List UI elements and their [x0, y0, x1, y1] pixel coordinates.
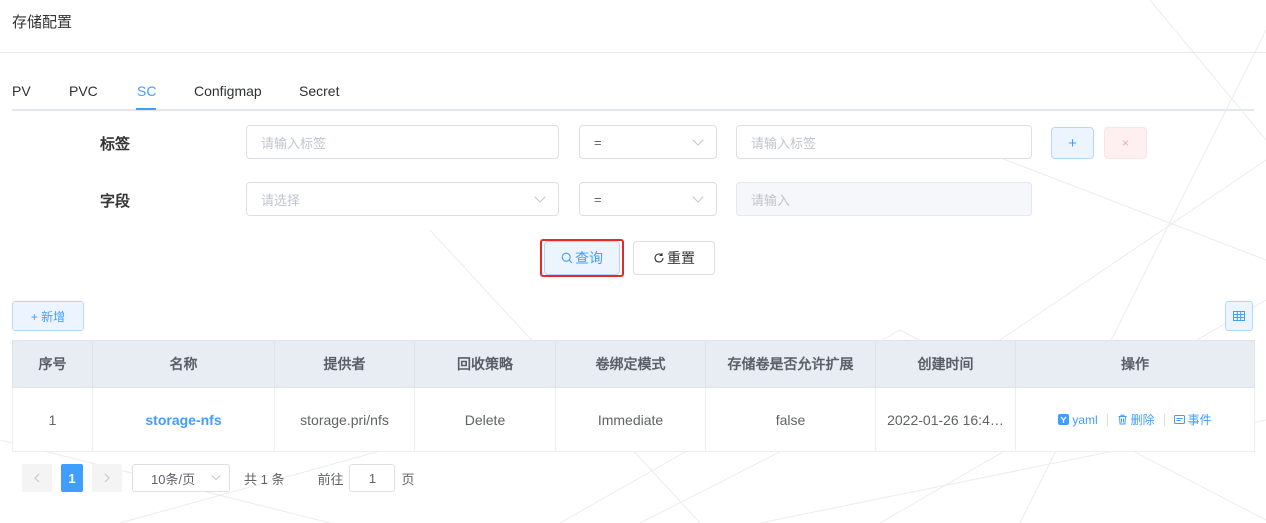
column-header-reclaim-policy: 回收策略 — [414, 340, 556, 388]
column-header-actions: 操作 — [1015, 340, 1255, 388]
chevron-down-icon — [534, 191, 546, 203]
label-operator-value: = — [594, 134, 602, 150]
column-header-binding-mode: 卷绑定模式 — [555, 340, 706, 388]
column-header-allow-expansion: 存储卷是否允许扩展 — [705, 340, 876, 388]
action-divider — [1163, 413, 1165, 426]
table-header-row: 序号 名称 提供者 回收策略 卷绑定模式 存储卷是否允许扩展 创建时间 操作 — [12, 340, 1255, 388]
events-action[interactable]: 事件 — [1173, 411, 1212, 428]
field-key-select[interactable]: 请选择 — [246, 182, 559, 216]
active-tab-indicator — [136, 108, 156, 110]
label-value-input[interactable]: 请输入标签 — [736, 125, 1032, 159]
tab-secret[interactable]: Secret — [299, 83, 339, 111]
cell-allow-expansion: false — [705, 387, 876, 452]
chevron-right-icon — [104, 473, 110, 483]
pagination: 1 10条/页 共 1 条 前往 1 页 — [22, 464, 415, 492]
next-page-button[interactable] — [92, 464, 122, 492]
column-settings-button[interactable] — [1225, 301, 1253, 331]
remove-filter-button[interactable]: × — [1104, 127, 1147, 159]
header-divider — [0, 52, 1266, 53]
events-action-label: 事件 — [1187, 413, 1212, 427]
total-count: 共 1 条 — [244, 471, 285, 487]
goto-prefix: 前往 — [317, 471, 344, 487]
cell-reclaim-policy: Delete — [414, 387, 556, 452]
goto-page-input[interactable]: 1 — [349, 464, 396, 492]
field-filter-title: 字段 — [100, 193, 131, 210]
chevron-left-icon — [34, 473, 40, 483]
prev-page-button[interactable] — [22, 464, 52, 492]
field-value-placeholder: 请输入 — [751, 192, 791, 208]
goto-suffix: 页 — [401, 471, 415, 487]
column-header-index: 序号 — [12, 340, 93, 388]
label-key-input[interactable]: 请输入标签 — [246, 125, 559, 159]
label-operator-select[interactable]: = — [579, 125, 717, 159]
column-header-created: 创建时间 — [875, 340, 1016, 388]
page-title: 存储配置 — [12, 14, 73, 31]
chevron-down-icon — [211, 471, 221, 481]
add-button[interactable]: + 新增 — [12, 301, 84, 331]
field-operator-value: = — [594, 191, 602, 207]
close-icon: × — [1121, 136, 1129, 150]
refresh-icon — [654, 253, 664, 263]
label-key-placeholder: 请输入标签 — [261, 135, 327, 151]
cell-index: 1 — [12, 387, 93, 452]
tab-sc[interactable]: SC — [137, 83, 156, 111]
page-size-select[interactable]: 10条/页 — [132, 464, 230, 492]
field-value-input[interactable]: 请输入 — [736, 182, 1032, 216]
cell-created: 2022-01-26 16:4… — [875, 387, 1016, 452]
query-button[interactable]: 查询 — [544, 241, 620, 275]
field-operator-select[interactable]: = — [579, 182, 717, 216]
cell-binding-mode: Immediate — [555, 387, 706, 452]
tab-pvc[interactable]: PVC — [69, 83, 98, 111]
search-icon — [561, 252, 573, 264]
tab-bar: PV PVC SC Configmap Secret — [12, 83, 1254, 111]
column-header-provisioner: 提供者 — [274, 340, 415, 388]
trash-icon — [1118, 414, 1127, 425]
yaml-icon — [1058, 414, 1070, 425]
reset-button[interactable]: 重置 — [633, 241, 715, 275]
page-size-value: 10条/页 — [151, 471, 196, 487]
tab-configmap[interactable]: Configmap — [194, 83, 262, 111]
yaml-action[interactable]: yaml — [1058, 412, 1098, 427]
page-number-current[interactable]: 1 — [61, 464, 83, 492]
query-button-label: 查询 — [575, 250, 603, 266]
yaml-action-label: yaml — [1072, 412, 1098, 427]
label-filter-title: 标签 — [100, 136, 131, 153]
action-divider — [1106, 413, 1108, 426]
table-grid-icon — [1233, 311, 1245, 321]
row-actions: yaml 删除 事件 — [1017, 411, 1254, 428]
label-value-placeholder: 请输入标签 — [751, 135, 817, 151]
cell-name-link[interactable]: storage-nfs — [92, 387, 275, 452]
reset-button-label: 重置 — [667, 250, 695, 266]
tabs-divider — [12, 109, 1254, 111]
plus-icon: + — [1068, 134, 1077, 152]
chevron-down-icon — [692, 191, 704, 203]
table-row: 1 storage-nfs storage.pri/nfs Delete Imm… — [12, 387, 1255, 452]
add-filter-button[interactable]: + — [1051, 127, 1094, 159]
delete-action-label: 删除 — [1130, 413, 1155, 427]
column-header-name: 名称 — [92, 340, 275, 388]
cell-actions: yaml 删除 事件 — [1015, 387, 1255, 452]
storage-class-table: 序号 名称 提供者 回收策略 卷绑定模式 存储卷是否允许扩展 创建时间 操作 1… — [12, 340, 1255, 452]
message-icon — [1173, 415, 1185, 424]
chevron-down-icon — [692, 134, 704, 146]
field-key-placeholder: 请选择 — [261, 192, 301, 208]
delete-action[interactable]: 删除 — [1117, 411, 1155, 428]
cell-provisioner: storage.pri/nfs — [274, 387, 415, 452]
tab-pv[interactable]: PV — [12, 83, 31, 111]
